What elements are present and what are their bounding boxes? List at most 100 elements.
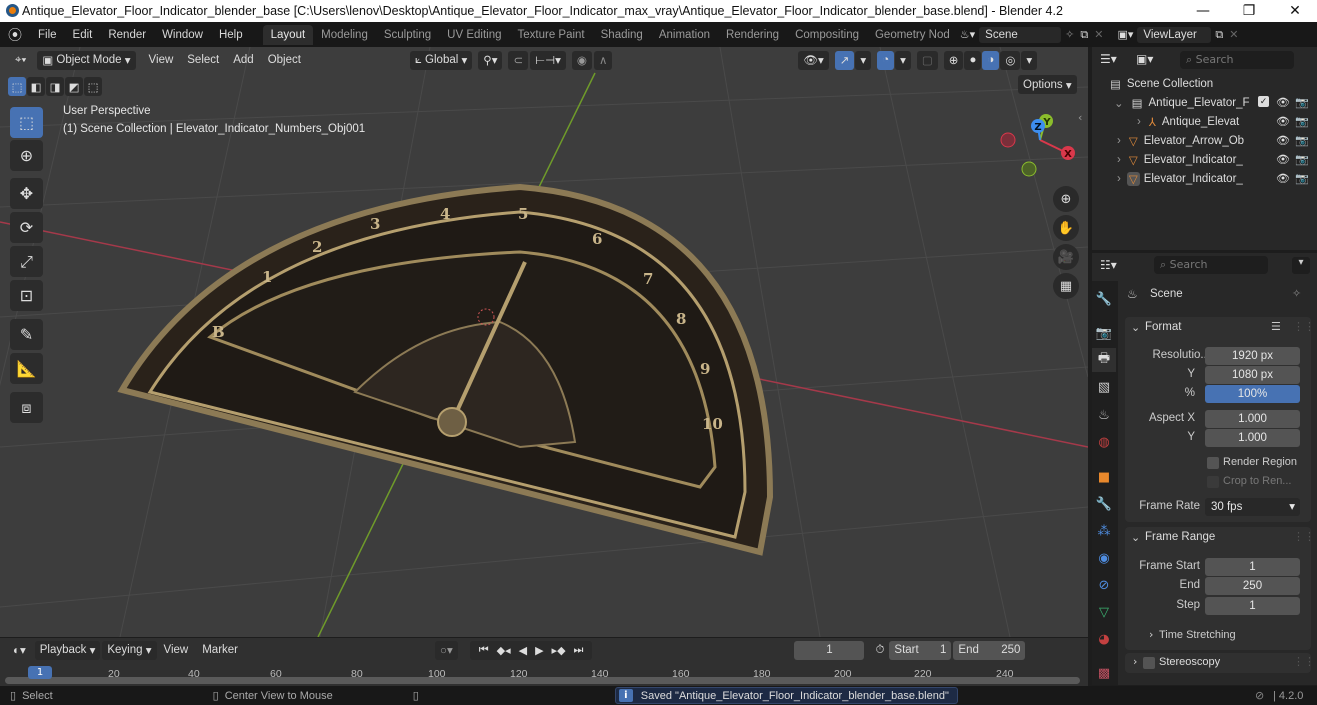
timeline-menu-marker[interactable]: Marker xyxy=(195,644,245,656)
gizmo-toggle-icon[interactable]: ↗ xyxy=(834,50,855,70)
outliner-row[interactable]: › ▽ Elevator_Indicator_ 👁 📷 xyxy=(1092,150,1317,169)
format-panel-title[interactable]: Format xyxy=(1145,321,1181,333)
outliner-row[interactable]: › ▽ Elevator_Arrow_Ob 👁 📷 xyxy=(1092,131,1317,150)
expand-right-icon[interactable]: › xyxy=(1117,135,1121,147)
playhead[interactable]: 1 xyxy=(28,666,52,679)
elevator-indicator-model[interactable] xyxy=(117,183,774,556)
expand-down-icon[interactable]: ⌄ xyxy=(1114,96,1124,110)
frame-rate-dropdown[interactable]: 30 fps ▾ xyxy=(1205,498,1300,516)
tab-compositing[interactable]: Compositing xyxy=(787,25,867,45)
tab-physics[interactable]: ◉ xyxy=(1092,546,1116,570)
minimize-button[interactable]: — xyxy=(1180,0,1226,22)
transform-orientation[interactable]: ⟀ Global ▾ xyxy=(409,50,473,70)
crop-checkbox[interactable] xyxy=(1207,476,1219,488)
mode-selector[interactable]: ▣ Object Mode ▾ xyxy=(37,50,136,70)
display-mode-icon[interactable]: ☰▾ xyxy=(1100,52,1117,66)
start-frame-field[interactable]: Start 1 xyxy=(889,640,952,660)
gizmo-dropdown-icon[interactable]: ▾ xyxy=(855,50,872,70)
tab-constraints[interactable]: ⊘ xyxy=(1092,573,1116,597)
scene-name-field[interactable]: Scene xyxy=(979,26,1062,43)
shading-solid-icon[interactable]: ● xyxy=(964,50,982,70)
visibility-eye-icon[interactable]: 👁 xyxy=(1276,153,1290,166)
expand-right-icon[interactable]: › xyxy=(1137,116,1141,128)
falloff-icon[interactable]: ∧ xyxy=(593,50,613,70)
presets-list-icon[interactable]: ☰ xyxy=(1271,320,1281,333)
pin-icon[interactable]: ✧ xyxy=(1292,287,1301,300)
tab-tool[interactable]: 🔧 xyxy=(1092,287,1116,311)
time-stretching-expand-icon[interactable]: › xyxy=(1149,628,1153,641)
shading-rendered-icon[interactable]: ◎ xyxy=(1000,50,1021,70)
overlay-dropdown-icon[interactable]: ▾ xyxy=(895,50,911,70)
editor-type-icon[interactable]: ⌖▾ xyxy=(10,51,31,70)
scene-selector-icon[interactable]: ♨▾ xyxy=(960,28,975,41)
outliner-search-input[interactable]: ⌕ Search xyxy=(1180,51,1294,69)
jump-start-icon[interactable]: ⏮ xyxy=(475,644,493,657)
tab-shading[interactable]: Shading xyxy=(593,25,651,45)
render-camera-icon[interactable]: 📷 xyxy=(1295,134,1309,147)
drag-handle-icon[interactable]: ⋮⋮ xyxy=(1293,320,1315,333)
snap-target-icon[interactable]: ⊢⊣▾ xyxy=(530,50,566,70)
select-invert-icon[interactable]: ◩ xyxy=(65,77,83,96)
tab-data[interactable]: ▽ xyxy=(1092,600,1116,624)
select-subtract-icon[interactable]: ◨ xyxy=(46,77,64,96)
visibility-eye-icon[interactable]: 👁 xyxy=(1276,115,1290,128)
playback-menu[interactable]: Playback ▾ xyxy=(34,640,101,660)
end-frame-field[interactable]: End 250 xyxy=(953,640,1026,660)
tool-cursor[interactable]: ⊕ xyxy=(10,140,43,171)
tab-texture-paint[interactable]: Texture Paint xyxy=(510,25,593,45)
stereoscopy-checkbox[interactable] xyxy=(1143,657,1155,669)
expand-right-icon[interactable]: › xyxy=(1117,154,1121,166)
include-checkbox[interactable]: ✓ xyxy=(1258,96,1269,107)
shading-material-icon[interactable]: ◑ xyxy=(982,50,1000,70)
menu-file[interactable]: File xyxy=(30,29,65,41)
shading-dropdown-icon[interactable]: ▾ xyxy=(1021,50,1038,70)
tab-scene[interactable]: ♨ xyxy=(1092,403,1116,427)
tab-modifiers[interactable]: 🔧 xyxy=(1092,492,1116,516)
new-view-layer-icon[interactable]: ⧉ xyxy=(1215,28,1223,42)
play-icon[interactable]: ▶ xyxy=(531,644,547,657)
tab-layout[interactable]: Layout xyxy=(262,24,314,45)
aspect-y-field[interactable]: 1.000 xyxy=(1205,429,1300,447)
render-camera-icon[interactable]: 📷 xyxy=(1295,115,1309,128)
navigation-gizmo[interactable]: X Y Z xyxy=(1000,114,1075,177)
tool-rotate[interactable]: ⟳ xyxy=(10,212,43,243)
properties-options-dropdown[interactable]: ▾ xyxy=(1292,257,1310,274)
visibility-eye-icon[interactable]: 👁 xyxy=(1276,96,1290,109)
frame-range-title[interactable]: Frame Range xyxy=(1145,531,1215,543)
tab-rendering[interactable]: Rendering xyxy=(718,25,787,45)
tab-animation[interactable]: Animation xyxy=(651,25,718,45)
frame-start-field[interactable]: 1 xyxy=(1205,558,1300,576)
viewport-menu-object[interactable]: Object xyxy=(261,54,308,66)
sidebar-toggle-icon[interactable]: ‹ xyxy=(1078,111,1082,124)
tab-view-layer[interactable]: ▧ xyxy=(1092,375,1116,399)
new-scene-icon[interactable]: ⧉ xyxy=(1080,28,1088,42)
delete-view-layer-icon[interactable]: ✕ xyxy=(1229,28,1238,41)
resolution-percent-field[interactable]: 100% xyxy=(1205,385,1300,403)
render-camera-icon[interactable]: 📷 xyxy=(1295,96,1309,109)
drag-handle-icon[interactable]: ⋮⋮ xyxy=(1293,530,1315,543)
outliner-scene-collection[interactable]: ▤ Scene Collection xyxy=(1092,74,1317,93)
filter-icon[interactable]: ▣▾ xyxy=(1136,52,1153,66)
outliner-row[interactable]: › ▽ Elevator_Indicator_ 👁 📷 xyxy=(1092,169,1317,188)
tab-texture[interactable]: ▩ xyxy=(1092,661,1116,685)
zoom-view-button[interactable]: ⊕ xyxy=(1053,186,1079,212)
stopwatch-icon[interactable]: ⏱ xyxy=(870,641,889,660)
close-button[interactable]: ✕ xyxy=(1272,0,1317,22)
auto-keying-icon[interactable]: ○▾ xyxy=(435,640,458,660)
tab-modeling[interactable]: Modeling xyxy=(313,25,376,45)
tab-geometry-nodes[interactable]: Geometry Nod xyxy=(867,25,958,45)
tab-material[interactable]: ◕ xyxy=(1092,627,1116,651)
maximize-button[interactable]: ❐ xyxy=(1226,0,1272,22)
tool-move[interactable]: ✥ xyxy=(10,178,43,209)
render-camera-icon[interactable]: 📷 xyxy=(1295,153,1309,166)
viewport-menu-select[interactable]: Select xyxy=(180,54,226,66)
outliner-row[interactable]: › ⅄ Antique_Elevat 👁 📷 xyxy=(1092,112,1317,131)
next-keyframe-icon[interactable]: ▸◆ xyxy=(548,644,570,657)
aspect-x-field[interactable]: 1.000 xyxy=(1205,410,1300,428)
prev-keyframe-icon[interactable]: ◆◂ xyxy=(493,644,515,657)
pin-icon[interactable]: ✧ xyxy=(1065,28,1074,41)
options-button[interactable]: Options ▾ xyxy=(1018,75,1077,94)
frame-range-collapse-icon[interactable]: ⌄ xyxy=(1131,531,1140,544)
tool-add-cube[interactable]: ⧈ xyxy=(10,392,43,423)
timeline-menu-view[interactable]: View xyxy=(157,644,196,656)
